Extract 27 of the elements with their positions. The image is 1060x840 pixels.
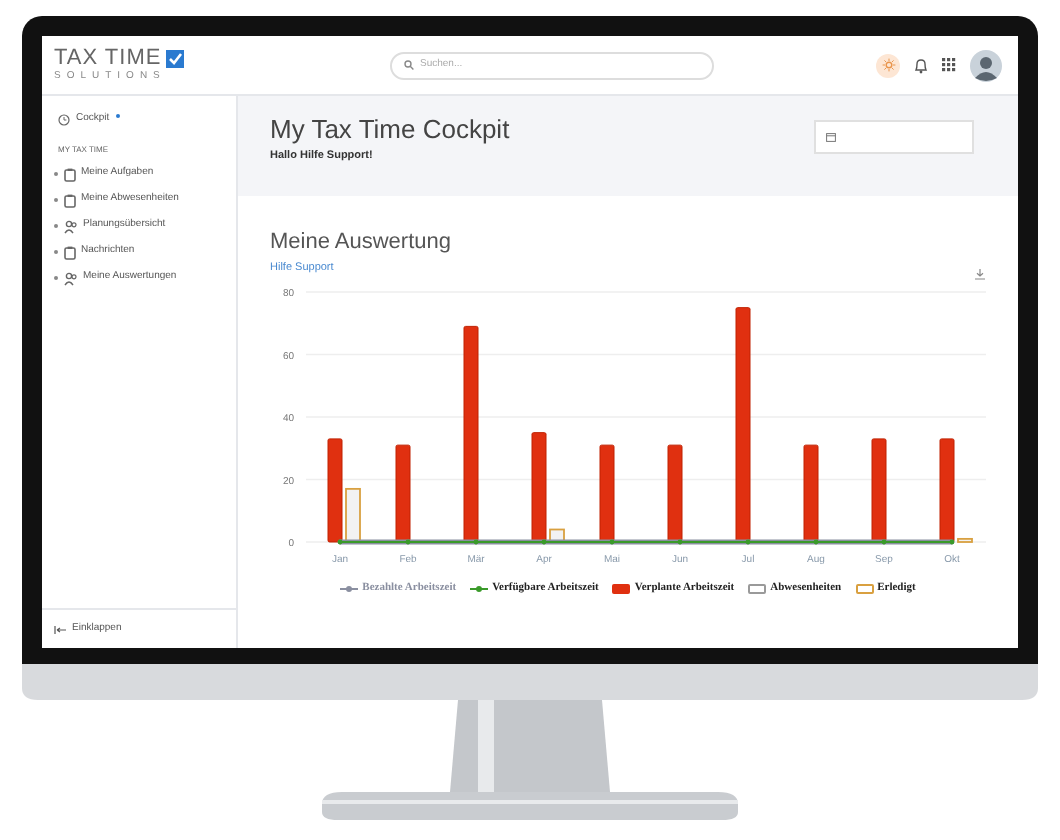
planned-bar bbox=[871, 438, 887, 543]
checkbox-logo-icon bbox=[165, 50, 184, 68]
clipboard-icon bbox=[63, 167, 75, 181]
search-icon bbox=[404, 60, 414, 70]
done-bar bbox=[345, 488, 361, 544]
bell-icon[interactable] bbox=[914, 57, 928, 73]
planned-bar bbox=[939, 438, 955, 543]
planned-bar bbox=[803, 445, 819, 543]
date-field[interactable] bbox=[814, 120, 974, 154]
download-icon[interactable] bbox=[974, 268, 986, 281]
clock-icon bbox=[58, 113, 70, 126]
planned-bar bbox=[599, 445, 615, 543]
planned-bar bbox=[327, 438, 343, 543]
clipboard-icon bbox=[63, 245, 75, 259]
logo-title: TAX TIME bbox=[54, 48, 162, 70]
clipboard-icon bbox=[63, 193, 75, 207]
grid-icon[interactable] bbox=[942, 58, 956, 72]
people-icon bbox=[63, 271, 77, 285]
planned-bar bbox=[667, 445, 683, 543]
card-title: Meine Auswertung bbox=[270, 232, 453, 254]
planned-bar bbox=[531, 432, 547, 543]
planned-bar bbox=[395, 445, 411, 543]
calendar-icon bbox=[826, 132, 836, 142]
collapse-icon bbox=[54, 625, 66, 633]
people-icon bbox=[63, 219, 77, 233]
avatar-icon[interactable] bbox=[970, 49, 1002, 81]
page-title: My Tax Time Cockpit bbox=[270, 116, 510, 142]
